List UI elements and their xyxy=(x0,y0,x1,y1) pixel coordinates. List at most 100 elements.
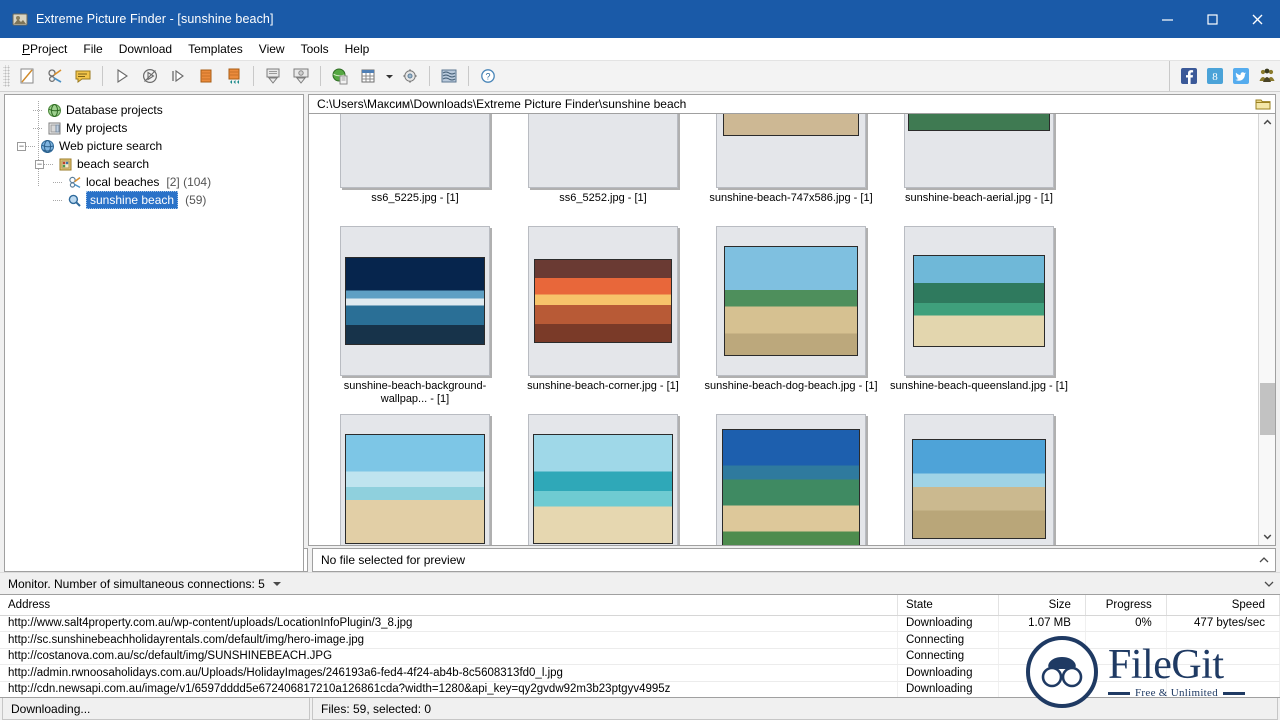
menu-project[interactable]: PProject xyxy=(14,40,75,58)
group-icon[interactable] xyxy=(1254,63,1280,89)
thumbnail-cell[interactable]: sunshine-beach-queensland.jpg - [1] xyxy=(885,226,1073,414)
chevron-down-icon[interactable] xyxy=(382,63,396,89)
tree-guide-dash xyxy=(53,200,63,201)
column-header-address[interactable]: Address xyxy=(0,595,897,615)
thumbnail-cell[interactable] xyxy=(697,414,885,545)
status-left: Downloading... xyxy=(2,698,310,720)
thumbnail-card[interactable] xyxy=(340,414,490,545)
stop-download-icon[interactable] xyxy=(136,63,164,89)
table-row[interactable]: http://costanova.com.au/sc/default/img/S… xyxy=(0,648,1280,665)
thumbnail-cell[interactable]: sunshine-beach-747x586.jpg - [1] xyxy=(697,114,885,226)
thumbnail-scroll-region[interactable]: Welcome to The Surf Clubss6_5225.jpg - [… xyxy=(309,114,1258,545)
monitor-expand-icon[interactable] xyxy=(1264,577,1274,591)
thumbnail-caption: sunshine-beach-aerial.jpg - [1] xyxy=(886,192,1072,205)
table-row[interactable]: http://sc.sunshinebeachholidayrentals.co… xyxy=(0,632,1280,649)
tree-expander[interactable]: − xyxy=(35,160,44,169)
thumbnail-card[interactable] xyxy=(528,226,678,376)
scrollbar-thumb[interactable] xyxy=(1260,383,1275,435)
menu-help[interactable]: Help xyxy=(337,40,378,58)
thumbnail-card[interactable] xyxy=(716,114,866,188)
toolbar-grip[interactable] xyxy=(3,65,10,87)
filter-icon[interactable] xyxy=(435,63,463,89)
thumbnail-card[interactable] xyxy=(340,226,490,376)
downloads-header-row: Address State Size Progress Speed xyxy=(0,595,1280,615)
thumbnail-card[interactable]: Welcome to The Surf Club xyxy=(528,114,678,188)
tree-item-database-projects[interactable]: Database projects xyxy=(5,101,303,119)
menu-tools[interactable]: Tools xyxy=(293,40,337,58)
tree-item-web-picture-search[interactable]: − Web picture search xyxy=(5,137,303,155)
chevron-up-icon[interactable] xyxy=(1257,556,1271,564)
path-bar[interactable]: C:\Users\Максим\Downloads\Extreme Pictur… xyxy=(308,94,1276,114)
thumbnail-cell[interactable] xyxy=(321,414,509,545)
main-body: Database projects My projects − xyxy=(0,92,1280,572)
thumbnail-cell[interactable] xyxy=(509,414,697,545)
options-icon[interactable] xyxy=(396,63,424,89)
thumbnail-cell[interactable]: sunshine-beach-dog-beach.jpg - [1] xyxy=(697,226,885,414)
column-header-speed[interactable]: Speed xyxy=(1166,595,1279,615)
thumbnail-cell[interactable]: sunshine-beach-background-wallpap... - [… xyxy=(321,226,509,414)
column-header-state[interactable]: State xyxy=(897,595,998,615)
thumbnail-card[interactable] xyxy=(904,414,1054,545)
menu-view[interactable]: View xyxy=(251,40,293,58)
tree-item-local-beaches[interactable]: local beaches [2] (104) xyxy=(5,173,303,191)
thumbnail-card[interactable]: Welcome to The Surf Club xyxy=(340,114,490,188)
thumbnail-cell[interactable]: Welcome to The Surf Clubss6_5252.jpg - [… xyxy=(509,114,697,226)
project-properties-icon[interactable] xyxy=(41,63,69,89)
close-button[interactable] xyxy=(1235,0,1280,38)
menu-file[interactable]: File xyxy=(75,40,110,58)
thumbnail-card[interactable] xyxy=(528,414,678,545)
tree-expander[interactable]: − xyxy=(17,142,26,151)
start-download-icon[interactable] xyxy=(108,63,136,89)
tree-item-sunshine-beach[interactable]: sunshine beach (59) xyxy=(5,191,303,209)
scroll-down-icon[interactable] xyxy=(1259,528,1276,545)
toolbar-separator xyxy=(468,66,469,86)
help-icon[interactable]: ? xyxy=(474,63,502,89)
cell-progress: 0% xyxy=(1085,615,1166,632)
downloads-panel[interactable]: Address State Size Progress Speed http:/… xyxy=(0,594,1280,698)
thumbnail-card[interactable] xyxy=(716,226,866,376)
thumbnail-cell[interactable]: Welcome to The Surf Clubss6_5225.jpg - [… xyxy=(321,114,509,226)
menu-templates[interactable]: Templates xyxy=(180,40,251,58)
thumbnail-vertical-scrollbar[interactable] xyxy=(1258,114,1275,545)
save-all-icon[interactable] xyxy=(287,63,315,89)
thumbnail-image xyxy=(723,114,859,136)
web-browser-icon[interactable] xyxy=(326,63,354,89)
thumbnail-cell[interactable]: sunshine-beach-corner.jpg - [1] xyxy=(509,226,697,414)
social-buttons: 8 xyxy=(1169,61,1280,91)
folder-icon[interactable] xyxy=(1253,95,1273,113)
thumbnail-card[interactable] xyxy=(904,226,1054,376)
resume-download-icon[interactable] xyxy=(164,63,192,89)
monitor-bar[interactable]: Monitor. Number of simultaneous connecti… xyxy=(0,572,1280,594)
google-plus-icon[interactable]: 8 xyxy=(1202,63,1228,89)
thumbnail-card[interactable] xyxy=(716,414,866,545)
facebook-icon[interactable] xyxy=(1176,63,1202,89)
comment-icon[interactable] xyxy=(69,63,97,89)
pause-all-icon[interactable] xyxy=(192,63,220,89)
project-tree-panel[interactable]: Database projects My projects − xyxy=(4,94,304,572)
maximize-button[interactable] xyxy=(1190,0,1235,38)
start-all-icon[interactable] xyxy=(220,63,248,89)
grid-view-icon[interactable] xyxy=(354,63,382,89)
local-beaches-icon xyxy=(66,174,82,190)
thumbnail-cell[interactable]: sunshine-beach-aerial.jpg - [1] xyxy=(885,114,1073,226)
new-project-icon[interactable] xyxy=(13,63,41,89)
scrollbar-track[interactable] xyxy=(1259,131,1276,528)
table-row[interactable]: http://cdn.newsapi.com.au/image/v1/6597d… xyxy=(0,681,1280,698)
tree-item-beach-search[interactable]: − beach search xyxy=(5,155,303,173)
column-header-progress[interactable]: Progress xyxy=(1085,595,1166,615)
scroll-up-icon[interactable] xyxy=(1259,114,1276,131)
twitter-icon[interactable] xyxy=(1228,63,1254,89)
minimize-button[interactable] xyxy=(1145,0,1190,38)
thumbnail-card[interactable] xyxy=(904,114,1054,188)
table-row[interactable]: http://www.salt4property.com.au/wp-conte… xyxy=(0,615,1280,632)
chevron-down-icon[interactable] xyxy=(272,580,282,588)
menu-tools-label: Tools xyxy=(301,42,329,56)
tree-item-my-projects[interactable]: My projects xyxy=(5,119,303,137)
thumbnail-cell[interactable] xyxy=(885,414,1073,545)
my-projects-icon xyxy=(46,120,62,136)
column-header-size[interactable]: Size xyxy=(999,595,1086,615)
table-row[interactable]: http://admin.rwnoosaholidays.com.au/Uplo… xyxy=(0,665,1280,682)
menu-download[interactable]: Download xyxy=(111,40,180,58)
save-project-icon[interactable] xyxy=(259,63,287,89)
tree-item-label: beach search xyxy=(77,157,149,171)
